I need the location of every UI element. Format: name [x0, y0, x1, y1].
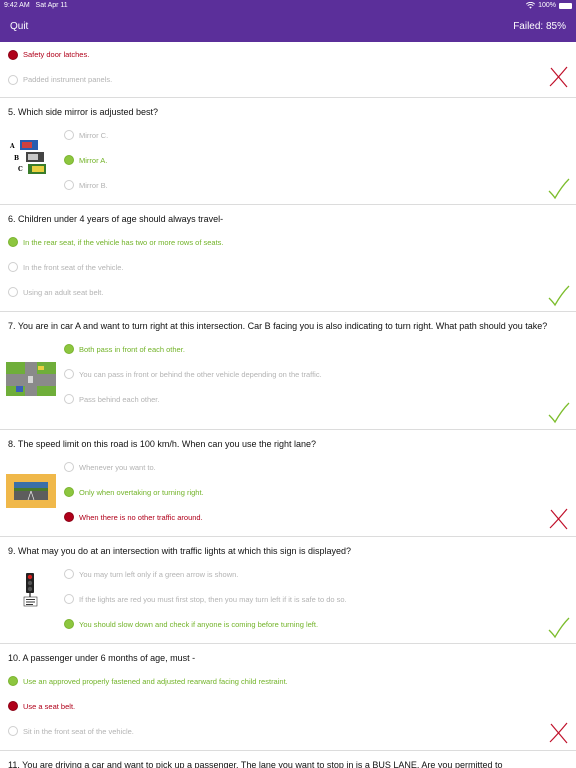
answer-option[interactable]: In the front seat of the vehicle. — [8, 255, 576, 280]
radio-selected-correct — [64, 619, 74, 629]
radio-empty — [64, 569, 74, 579]
radio-correct-answer — [64, 487, 74, 497]
battery-icon — [559, 2, 572, 9]
question-text: 9. What may you do at an intersection wi… — [8, 546, 352, 556]
question-5: 5. Which side mirror is adjusted best? A… — [0, 98, 576, 205]
question-text: 7. You are in car A and want to turn rig… — [8, 321, 548, 331]
quit-button[interactable]: Quit — [10, 21, 28, 32]
radio-empty — [64, 594, 74, 604]
answer-text: You can pass in front or behind the othe… — [79, 369, 322, 379]
status-time: 9:42 AM Sat Apr 11 — [4, 2, 68, 9]
wrong-mark-icon — [549, 722, 568, 744]
answer-option[interactable]: You should slow down and check if anyone… — [64, 612, 576, 637]
radio-selected-correct — [64, 344, 74, 354]
radio-empty — [8, 726, 18, 736]
correct-mark-icon — [548, 617, 570, 639]
answer-text: Padded instrument panels. — [23, 75, 113, 84]
question-text: 6. Children under 4 years of age should … — [8, 214, 224, 224]
radio-selected-wrong — [8, 701, 18, 711]
answer-option[interactable]: Both pass in front of each other. — [64, 337, 576, 362]
answer-text: You should slow down and check if anyone… — [79, 619, 319, 629]
radio-selected-correct — [8, 237, 18, 247]
answer-text: Mirror C. — [79, 130, 109, 140]
nav-bar: Quit Failed: 85% — [0, 12, 576, 42]
wifi-icon — [526, 2, 536, 9]
answer-text: Use an approved properly fastened and ad… — [23, 676, 288, 686]
answer-option[interactable]: Pass behind each other. — [64, 387, 576, 412]
answer-text: In the front seat of the vehicle. — [23, 262, 124, 272]
radio-selected-correct — [64, 155, 74, 165]
radio-empty — [64, 462, 74, 472]
radio-empty — [64, 180, 74, 190]
radio-empty — [8, 262, 18, 272]
battery-percent: 100% — [538, 2, 556, 9]
question-text: 10. A passenger under 6 months of age, m… — [8, 653, 196, 663]
answer-option[interactable]: If the lights are red you must first sto… — [64, 587, 576, 612]
answer-option[interactable]: In the rear seat, if the vehicle has two… — [8, 230, 576, 255]
answer-text: Pass behind each other. — [79, 394, 160, 404]
answer-option[interactable]: Padded instrument panels. — [8, 67, 576, 92]
question-text: 8. The speed limit on this road is 100 k… — [8, 439, 317, 449]
radio-correct-answer — [8, 676, 18, 686]
radio-selected-wrong — [64, 512, 74, 522]
radio-selected-wrong — [8, 49, 18, 60]
question-10: 10. A passenger under 6 months of age, m… — [0, 644, 576, 751]
answer-option[interactable]: Safety door latches. — [8, 42, 576, 67]
status-right: 100% — [526, 2, 572, 9]
answer-option[interactable]: Only when overtaking or turning right. — [64, 480, 576, 505]
radio-empty — [8, 287, 18, 297]
answer-text: Whenever you want to. — [79, 462, 156, 472]
answer-text: Both pass in front of each other. — [79, 344, 185, 354]
answer-option[interactable]: Mirror C. — [64, 123, 576, 148]
answer-text: Using an adult seat belt. — [23, 287, 104, 297]
radio-empty — [64, 130, 74, 140]
answer-text: Only when overtaking or turning right. — [79, 487, 204, 497]
answer-text: When there is no other traffic around. — [79, 512, 203, 522]
answer-text: You may turn left only if a green arrow … — [79, 569, 239, 579]
wrong-mark-icon — [549, 66, 568, 88]
correct-mark-icon — [548, 178, 570, 200]
question-9: 9. What may you do at an intersection wi… — [0, 537, 576, 644]
question-text: 11. You are driving a car and want to pi… — [8, 760, 503, 768]
answer-text: If the lights are red you must first sto… — [79, 594, 347, 604]
answer-option[interactable]: Using an adult seat belt. — [8, 280, 576, 305]
question-4: Safety door latches. Padded instrument p… — [0, 42, 576, 98]
question-text: 5. Which side mirror is adjusted best? — [8, 107, 159, 117]
correct-mark-icon — [548, 285, 570, 307]
answer-text: Mirror A. — [79, 155, 108, 165]
question-11: 11. You are driving a car and want to pi… — [0, 751, 576, 768]
answer-text: Sit in the front seat of the vehicle. — [23, 726, 134, 736]
question-list[interactable]: Safety door latches. Padded instrument p… — [0, 42, 576, 768]
result-label: Failed: 85% — [513, 21, 566, 32]
answer-option[interactable]: When there is no other traffic around. — [64, 505, 576, 530]
radio-empty — [8, 74, 18, 85]
radio-empty — [64, 369, 74, 379]
answer-option[interactable]: Mirror B. — [64, 173, 576, 198]
question-8: 8. The speed limit on this road is 100 k… — [0, 430, 576, 537]
answer-text: Use a seat belt. — [23, 701, 76, 711]
answer-text: In the rear seat, if the vehicle has two… — [23, 237, 224, 247]
wrong-mark-icon — [549, 508, 568, 530]
answer-option[interactable]: Use an approved properly fastened and ad… — [8, 669, 576, 694]
correct-mark-icon — [548, 402, 570, 424]
answer-option[interactable]: Mirror A. — [64, 148, 576, 173]
answer-option[interactable]: You can pass in front or behind the othe… — [64, 362, 576, 387]
status-bar: 9:42 AM Sat Apr 11 100% — [0, 0, 576, 12]
question-7: 7. You are in car A and want to turn rig… — [0, 312, 576, 430]
question-6: 6. Children under 4 years of age should … — [0, 205, 576, 312]
answer-option[interactable]: Sit in the front seat of the vehicle. — [8, 719, 576, 744]
answer-text: Safety door latches. — [23, 50, 90, 59]
answer-option[interactable]: Use a seat belt. — [8, 694, 576, 719]
radio-empty — [64, 394, 74, 404]
answer-option[interactable]: Whenever you want to. — [64, 455, 576, 480]
answer-option[interactable]: You may turn left only if a green arrow … — [64, 562, 576, 587]
answer-text: Mirror B. — [79, 180, 108, 190]
